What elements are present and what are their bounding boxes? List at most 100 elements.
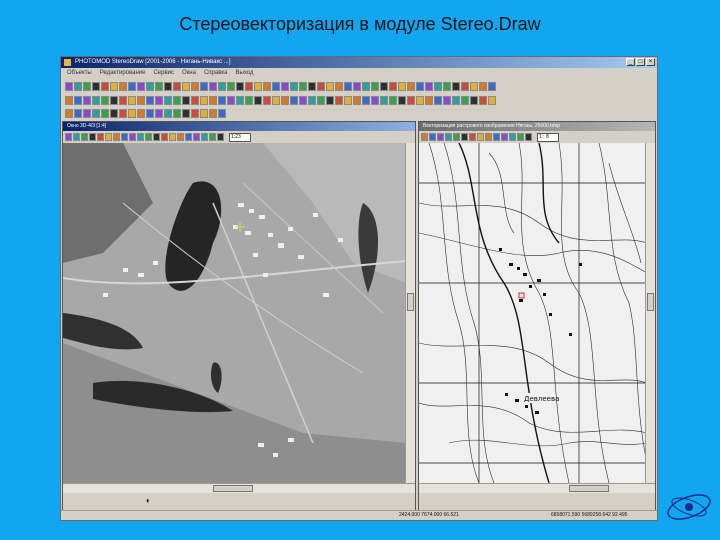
- view-tool-icon[interactable]: [145, 133, 152, 141]
- main-tool-icon[interactable]: [353, 82, 361, 91]
- main-tool-icon[interactable]: [245, 82, 253, 91]
- raster-tool-icon[interactable]: [469, 133, 476, 141]
- vector-tool-icon[interactable]: [209, 96, 217, 105]
- main-tool-icon[interactable]: [191, 82, 199, 91]
- vector-tool-icon[interactable]: [452, 96, 460, 105]
- vector-tool-icon[interactable]: [65, 96, 73, 105]
- vector-tool-icon[interactable]: [371, 96, 379, 105]
- vector-tool-icon[interactable]: [425, 96, 433, 105]
- vector-tool-icon[interactable]: [101, 96, 109, 105]
- stereo-tool-icon[interactable]: [200, 109, 208, 118]
- stereo-tool-icon[interactable]: [128, 109, 136, 118]
- vector-tool-icon[interactable]: [416, 96, 424, 105]
- stereo-tool-icon[interactable]: [164, 109, 172, 118]
- stereo-tool-icon[interactable]: [155, 109, 163, 118]
- main-tool-icon[interactable]: [443, 82, 451, 91]
- main-tool-icon[interactable]: [461, 82, 469, 91]
- menu-exit[interactable]: Выход: [236, 68, 254, 78]
- vector-tool-icon[interactable]: [407, 96, 415, 105]
- main-tool-icon[interactable]: [371, 82, 379, 91]
- vector-tool-icon[interactable]: [398, 96, 406, 105]
- raster-window-title[interactable]: Векторизация растрового изображения Няга…: [419, 122, 655, 131]
- stereo-tool-icon[interactable]: [173, 109, 181, 118]
- vector-tool-icon[interactable]: [173, 96, 181, 105]
- stereo-tool-icon[interactable]: [209, 109, 217, 118]
- view-tool-icon[interactable]: [113, 133, 120, 141]
- stereo-tool-icon[interactable]: [65, 109, 73, 118]
- vector-tool-icon[interactable]: [434, 96, 442, 105]
- main-tool-icon[interactable]: [92, 82, 100, 91]
- main-tool-icon[interactable]: [128, 82, 136, 91]
- main-tool-icon[interactable]: [488, 82, 496, 91]
- stereo-tool-icon[interactable]: [110, 109, 118, 118]
- scroll-thumb[interactable]: [213, 485, 253, 492]
- main-tool-icon[interactable]: [470, 82, 478, 91]
- main-tool-icon[interactable]: [218, 82, 226, 91]
- vector-tool-icon[interactable]: [335, 96, 343, 105]
- main-tool-icon[interactable]: [380, 82, 388, 91]
- stereo-vertical-scrollbar[interactable]: [405, 143, 415, 483]
- vector-tool-icon[interactable]: [263, 96, 271, 105]
- stereo-tool-icon[interactable]: [182, 109, 190, 118]
- stereo-tool-icon[interactable]: [119, 109, 127, 118]
- raster-tool-icon[interactable]: [437, 133, 444, 141]
- main-tool-icon[interactable]: [200, 82, 208, 91]
- menu-windows[interactable]: Окна: [182, 68, 196, 78]
- scroll-thumb[interactable]: [647, 293, 654, 311]
- main-tool-icon[interactable]: [344, 82, 352, 91]
- vector-tool-icon[interactable]: [92, 96, 100, 105]
- stereo-tool-icon[interactable]: [218, 109, 226, 118]
- vector-tool-icon[interactable]: [119, 96, 127, 105]
- menu-edit[interactable]: Редактирование: [100, 68, 146, 78]
- stereo-horizontal-scrollbar[interactable]: [63, 483, 415, 493]
- vector-tool-icon[interactable]: [308, 96, 316, 105]
- menu-help[interactable]: Справка: [204, 68, 228, 78]
- raster-horizontal-scrollbar[interactable]: [419, 483, 655, 493]
- scroll-thumb[interactable]: [569, 485, 609, 492]
- raster-tool-icon[interactable]: [525, 133, 532, 141]
- main-tool-icon[interactable]: [398, 82, 406, 91]
- vector-tool-icon[interactable]: [389, 96, 397, 105]
- raster-tool-icon[interactable]: [421, 133, 428, 141]
- main-tool-icon[interactable]: [299, 82, 307, 91]
- vector-tool-icon[interactable]: [164, 96, 172, 105]
- stereo-tool-icon[interactable]: [101, 109, 109, 118]
- main-tool-icon[interactable]: [389, 82, 397, 91]
- vector-tool-icon[interactable]: [290, 96, 298, 105]
- stereo-tool-icon[interactable]: [191, 109, 199, 118]
- vector-tool-icon[interactable]: [227, 96, 235, 105]
- stereo-tool-icon[interactable]: [92, 109, 100, 118]
- view-tool-icon[interactable]: [81, 133, 88, 141]
- main-tool-icon[interactable]: [83, 82, 91, 91]
- main-tool-icon[interactable]: [452, 82, 460, 91]
- main-tool-icon[interactable]: [479, 82, 487, 91]
- main-tool-icon[interactable]: [308, 82, 316, 91]
- main-tool-icon[interactable]: [173, 82, 181, 91]
- vector-tool-icon[interactable]: [200, 96, 208, 105]
- main-tool-icon[interactable]: [74, 82, 82, 91]
- raster-tool-icon[interactable]: [493, 133, 500, 141]
- raster-vertical-scrollbar[interactable]: [645, 143, 655, 483]
- vector-tool-icon[interactable]: [353, 96, 361, 105]
- raster-tool-icon[interactable]: [517, 133, 524, 141]
- main-tool-icon[interactable]: [119, 82, 127, 91]
- close-button[interactable]: ×: [646, 58, 655, 66]
- main-tool-icon[interactable]: [164, 82, 172, 91]
- main-tool-icon[interactable]: [272, 82, 280, 91]
- main-tool-icon[interactable]: [434, 82, 442, 91]
- main-tool-icon[interactable]: [281, 82, 289, 91]
- stereo-tool-icon[interactable]: [146, 109, 154, 118]
- raster-tool-icon[interactable]: [501, 133, 508, 141]
- vector-tool-icon[interactable]: [245, 96, 253, 105]
- view-tool-icon[interactable]: [121, 133, 128, 141]
- view-tool-icon[interactable]: [185, 133, 192, 141]
- raster-tool-icon[interactable]: [477, 133, 484, 141]
- view-tool-icon[interactable]: [209, 133, 216, 141]
- stereo-tool-icon[interactable]: [74, 109, 82, 118]
- vector-tool-icon[interactable]: [380, 96, 388, 105]
- vector-tool-icon[interactable]: [155, 96, 163, 105]
- maximize-button[interactable]: □: [636, 58, 645, 66]
- main-tool-icon[interactable]: [65, 82, 73, 91]
- view-tool-icon[interactable]: [129, 133, 136, 141]
- scroll-thumb[interactable]: [407, 293, 414, 311]
